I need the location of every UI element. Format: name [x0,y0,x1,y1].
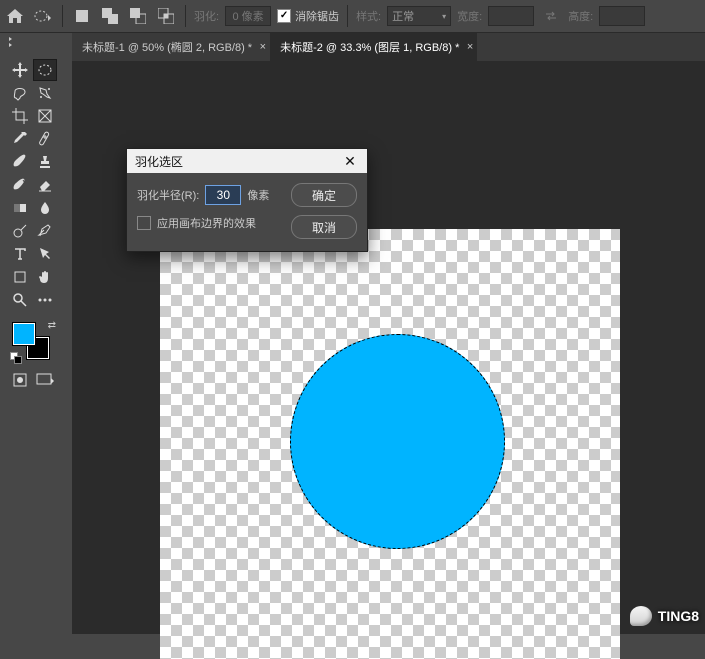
healing-brush-tool-icon[interactable] [33,128,57,150]
radius-input[interactable]: 30 [205,185,241,205]
chevron-down-icon: ▾ [442,12,446,21]
foreground-color-swatch[interactable] [12,322,36,346]
dodge-tool-icon[interactable] [8,220,32,242]
collapse-arrows-icon[interactable] [5,33,17,51]
radius-label: 羽化半径(R): [137,187,199,203]
height-label: 高度: [568,8,593,24]
edit-toolbar-icon[interactable] [33,289,57,311]
antialias-checkbox[interactable]: 消除锯齿 [277,8,339,24]
eyedropper-tool-icon[interactable] [8,128,32,150]
default-colors-icon[interactable] [10,352,22,364]
checkbox-icon [137,216,151,230]
history-brush-tool-icon[interactable] [8,174,32,196]
quick-select-tool-icon[interactable] [33,82,57,104]
watermark-text: TING8 [658,608,699,624]
style-label: 样式: [356,8,381,24]
shape-tool-icon[interactable] [8,266,32,288]
screen-mode-icon[interactable] [33,369,57,391]
selection-marquee [290,334,505,549]
width-label: 宽度: [457,8,482,24]
frame-tool-icon[interactable] [33,105,57,127]
add-to-selection-icon[interactable] [99,5,121,27]
apply-canvas-label: 应用画布边界的效果 [157,215,256,231]
radius-unit: 像素 [247,187,269,203]
tool-preset-dropdown[interactable] [32,5,54,27]
subtract-from-selection-icon[interactable] [127,5,149,27]
chat-bubble-icon [630,606,652,626]
lasso-tool-icon[interactable] [8,82,32,104]
ok-button[interactable]: 确定 [291,183,357,207]
gradient-tool-icon[interactable] [8,197,32,219]
crop-tool-icon[interactable] [8,105,32,127]
close-icon[interactable]: × [260,41,266,53]
blur-tool-icon[interactable] [33,197,57,219]
swap-colors-icon[interactable]: ⇄ [48,320,56,331]
tab-doc-1[interactable]: 未标题-1 @ 50% (椭圆 2, RGB/8) * × [72,33,270,61]
hand-tool-icon[interactable] [33,266,57,288]
checkbox-icon [277,9,291,23]
quick-mask-icon[interactable] [8,369,32,391]
height-input[interactable] [599,6,645,26]
stamp-tool-icon[interactable] [33,151,57,173]
color-swatches: ⇄ [10,320,60,364]
options-bar: 羽化: 0 像素 消除锯齿 样式: 正常 ▾ 宽度: 高度: [0,0,705,33]
feather-dialog: 羽化选区 ✕ 羽化半径(R): 30 像素 应用画布边界的效果 确定 取消 [126,148,368,252]
path-select-tool-icon[interactable] [33,243,57,265]
separator [347,5,348,27]
watermark: TING8 [630,606,699,626]
style-value: 正常 [392,8,414,24]
feather-input[interactable]: 0 像素 [225,6,271,26]
tab-label: 未标题-1 @ 50% (椭圆 2, RGB/8) * [82,39,252,55]
radius-row: 羽化半径(R): 30 像素 [137,185,281,205]
brush-tool-icon[interactable] [8,151,32,173]
tab-doc-2[interactable]: 未标题-2 @ 33.3% (图层 1, RGB/8) * × [270,33,477,61]
move-tool-icon[interactable] [8,59,32,81]
type-tool-icon[interactable] [8,243,32,265]
eraser-tool-icon[interactable] [33,174,57,196]
swap-dimensions-icon[interactable] [540,5,562,27]
close-icon[interactable]: × [467,41,473,53]
antialias-label: 消除锯齿 [295,8,339,24]
dialog-titlebar[interactable]: 羽化选区 ✕ [127,149,367,173]
intersect-selection-icon[interactable] [155,5,177,27]
marquee-tool-icon[interactable] [33,59,57,81]
document-canvas[interactable] [160,229,620,659]
separator [185,5,186,27]
document-tabs: 未标题-1 @ 50% (椭圆 2, RGB/8) * × 未标题-2 @ 33… [72,33,705,61]
home-icon[interactable] [4,5,26,27]
feather-label: 羽化: [194,8,219,24]
pen-tool-icon[interactable] [33,220,57,242]
zoom-tool-icon[interactable] [8,289,32,311]
dialog-body: 羽化半径(R): 30 像素 应用画布边界的效果 确定 取消 [127,173,367,251]
dialog-title: 羽化选区 [135,153,183,170]
width-input[interactable] [488,6,534,26]
cancel-button[interactable]: 取消 [291,215,357,239]
tool-panel: ⇄ [5,55,69,395]
close-icon[interactable]: ✕ [341,152,359,170]
style-dropdown[interactable]: 正常 ▾ [387,6,451,26]
canvas-workspace [72,61,705,634]
separator [62,5,63,27]
tab-label: 未标题-2 @ 33.3% (图层 1, RGB/8) * [280,39,459,55]
apply-canvas-checkbox[interactable]: 应用画布边界的效果 [137,215,281,231]
new-selection-icon[interactable] [71,5,93,27]
